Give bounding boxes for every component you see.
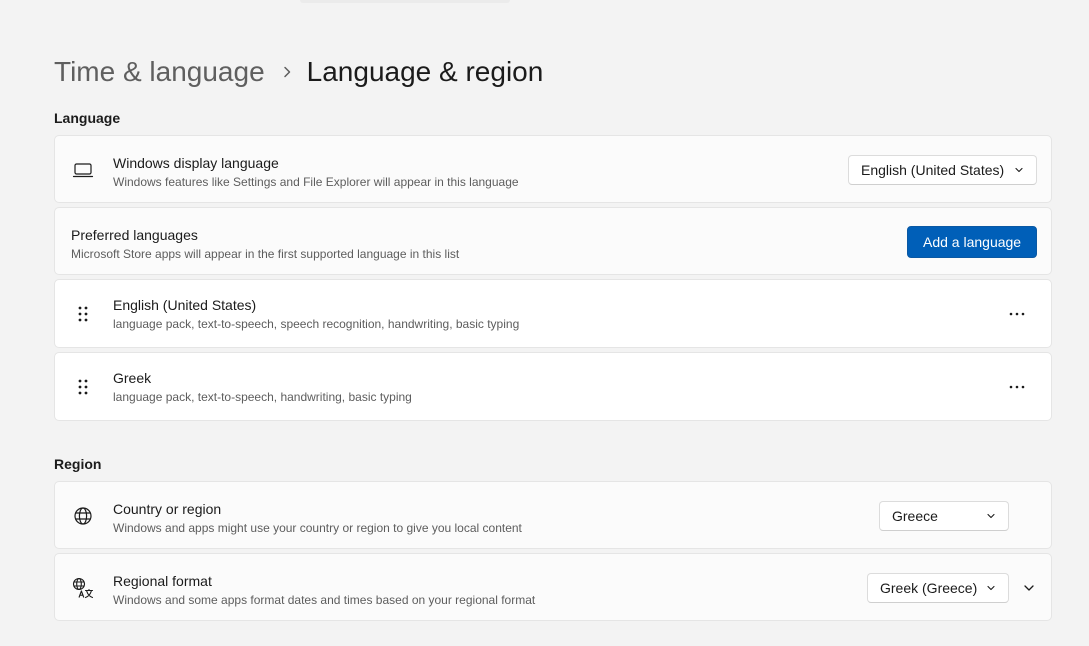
country-region-subtitle: Windows and apps might use your country … [113,521,522,535]
country-region-value: Greece [892,508,938,524]
display-language-title: Windows display language [113,155,279,171]
display-language-card: Windows display language Windows feature… [54,135,1052,203]
add-language-button[interactable]: Add a language [907,226,1038,258]
more-options-icon[interactable] [1001,298,1033,330]
chevron-down-icon [987,513,995,519]
chevron-down-icon [1015,167,1023,173]
regional-format-value: Greek (Greece) [880,580,978,596]
breadcrumb-parent-link[interactable]: Time & language [54,56,265,88]
preferred-languages-title: Preferred languages [71,227,198,243]
display-language-subtitle: Windows features like Settings and File … [113,175,519,189]
language-format-icon [71,576,95,600]
breadcrumb: Time & language Language & region [54,52,543,92]
regional-format-card[interactable]: Regional format Windows and some apps fo… [54,553,1052,621]
display-language-dropdown[interactable]: English (United States) [848,155,1037,185]
regional-format-subtitle: Windows and some apps format dates and t… [113,593,536,607]
regional-format-dropdown[interactable]: Greek (Greece) [867,573,1009,603]
more-options-icon[interactable] [1001,371,1033,403]
preferred-languages-subtitle: Microsoft Store apps will appear in the … [71,247,460,261]
language-features: language pack, text-to-speech, speech re… [113,317,520,331]
drag-handle-icon[interactable] [71,302,95,326]
country-region-card: Country or region Windows and apps might… [54,481,1052,549]
language-name: English (United States) [113,297,257,313]
chevron-down-icon [987,585,995,591]
chevron-right-icon [283,66,290,78]
drag-handle-icon[interactable] [71,375,95,399]
country-region-title: Country or region [113,501,222,517]
globe-icon [71,504,95,528]
top-scroll-shadow [300,0,510,3]
display-language-value: English (United States) [861,162,1005,178]
preferred-languages-card: Preferred languages Microsoft Store apps… [54,207,1052,275]
region-section-title: Region [54,456,102,472]
country-region-dropdown[interactable]: Greece [879,501,1009,531]
laptop-icon [71,158,95,182]
language-list-item[interactable]: Greek language pack, text-to-speech, han… [54,352,1052,421]
language-name: Greek [113,370,152,386]
regional-format-title: Regional format [113,573,212,589]
expand-chevron-icon[interactable] [1017,576,1041,600]
language-section-title: Language [54,110,121,126]
page-title: Language & region [306,56,544,87]
language-features: language pack, text-to-speech, handwriti… [113,390,412,404]
language-list-item[interactable]: English (United States) language pack, t… [54,279,1052,348]
